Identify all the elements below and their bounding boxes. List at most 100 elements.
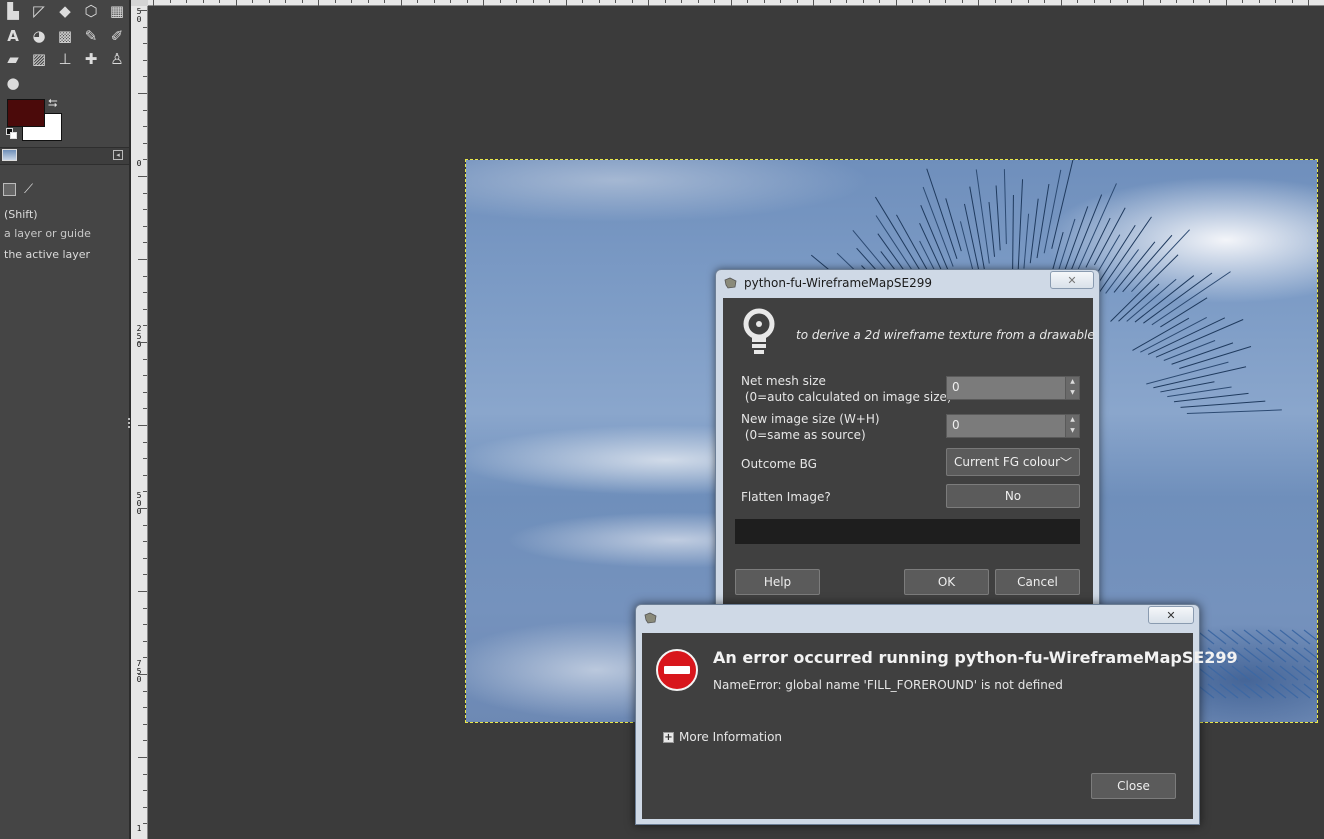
ruler-tick <box>1242 0 1243 3</box>
ruler-tick <box>483 0 484 6</box>
vertical-ruler[interactable]: 5 002 5 05 0 07 5 01 <box>131 0 148 839</box>
expand-plus-icon[interactable]: + <box>663 731 674 743</box>
plugin-close-button[interactable]: ✕ <box>1050 271 1094 289</box>
smudge-tool-icon[interactable]: ● <box>0 72 26 94</box>
close-button[interactable]: Close <box>1091 773 1176 799</box>
horizontal-ruler[interactable] <box>148 0 1324 6</box>
ruler-tick <box>830 0 831 3</box>
paintbrush-tool-icon[interactable]: ✐ <box>104 25 130 47</box>
ruler-corner <box>131 0 148 6</box>
plumage-quill <box>1132 317 1190 351</box>
ruler-tick <box>533 0 534 3</box>
plumage-quill <box>1155 319 1244 358</box>
ruler-tick <box>143 525 147 526</box>
plumage-quill <box>1180 400 1266 408</box>
plumage-quill <box>1036 183 1050 259</box>
flatten-toggle-button[interactable]: No <box>946 484 1080 508</box>
ruler-tick <box>143 159 147 160</box>
transform-tool-icon[interactable]: ▦ <box>104 0 130 22</box>
swap-colors-icon[interactable]: ⮀ <box>48 96 58 111</box>
ok-button[interactable]: OK <box>904 569 989 595</box>
default-colors-icon[interactable] <box>6 128 18 140</box>
ruler-tick <box>143 707 147 708</box>
ruler-tick <box>143 110 147 111</box>
help-button[interactable]: Help <box>735 569 820 595</box>
plugin-dialog-body: to derive a 2d wireframe texture from a … <box>723 298 1095 608</box>
pencil-tool-icon[interactable]: ✎ <box>78 25 104 47</box>
more-information-expander[interactable]: + More Information <box>663 730 782 744</box>
text-tool-icon[interactable]: A <box>0 25 26 47</box>
error-message: NameError: global name 'FILL_FOREROUND' … <box>713 678 1063 692</box>
lightbulb-icon <box>743 308 775 354</box>
ruler-tick <box>417 0 418 3</box>
tool-options-icons: ⟋ <box>3 183 38 197</box>
bucket-fill-tool-icon[interactable]: ◕ <box>26 25 52 47</box>
ruler-tick <box>143 624 147 625</box>
eraser-tool-icon[interactable]: ▰ <box>0 48 26 70</box>
decrement-icon[interactable]: ▼ <box>1066 426 1079 437</box>
net-mesh-spinner[interactable]: 0 ▲ ▼ <box>946 376 1080 400</box>
close-icon: ✕ <box>1166 608 1176 622</box>
ruler-tick <box>1044 0 1045 3</box>
align-tool-icon[interactable]: ▙ <box>0 0 26 22</box>
ruler-tick <box>269 0 270 3</box>
ruler-tick <box>143 43 147 44</box>
ruler-tick <box>731 0 732 6</box>
ruler-tick <box>1193 0 1194 3</box>
net-mesh-label: Net mesh size (0=auto calculated on imag… <box>741 374 952 404</box>
ruler-tick <box>1028 0 1029 3</box>
ruler-tick <box>1160 0 1161 3</box>
foreground-color-swatch[interactable] <box>7 99 45 127</box>
plumage-quill <box>1093 207 1126 266</box>
tool-row-4: ● <box>0 72 26 94</box>
net-mesh-input[interactable]: 0 <box>946 376 1066 400</box>
new-size-spinner[interactable]: 0 ▲ ▼ <box>946 414 1080 438</box>
clone-tool-icon[interactable]: ♙ <box>104 48 130 70</box>
tab-menu-icon[interactable]: ◂ <box>113 150 123 160</box>
net-mesh-stepper[interactable]: ▲ ▼ <box>1066 376 1080 400</box>
path-mode-icon[interactable]: ⟋ <box>24 183 38 197</box>
new-size-input[interactable]: 0 <box>946 414 1066 438</box>
ruler-tick <box>1209 0 1210 3</box>
plumage-quill <box>926 168 958 259</box>
increment-icon[interactable]: ▲ <box>1066 377 1079 388</box>
perspective-tool-icon[interactable]: ◆ <box>52 0 78 22</box>
ruler-tick <box>143 292 147 293</box>
ruler-tick <box>632 0 633 3</box>
cage-tool-icon[interactable]: ⬡ <box>78 0 104 22</box>
decrement-icon[interactable]: ▼ <box>1066 388 1079 399</box>
increment-icon[interactable]: ▲ <box>1066 415 1079 426</box>
ruler-tick <box>879 0 880 3</box>
heal-tool-icon[interactable]: ✚ <box>78 48 104 70</box>
error-close-x-button[interactable]: ✕ <box>1148 606 1194 624</box>
shift-hint: (Shift) <box>4 208 38 221</box>
ruler-tick <box>285 0 286 3</box>
ruler-tick <box>143 76 147 77</box>
error-title: An error occurred running python-fu-Wire… <box>713 648 1238 667</box>
hint-layer-guide: a layer or guide <box>4 227 91 240</box>
ruler-tick <box>516 0 517 3</box>
ruler-tick <box>143 823 147 824</box>
ink-tool-icon[interactable]: ⊥ <box>52 48 78 70</box>
blend-tool-icon[interactable]: ▩ <box>52 25 78 47</box>
ruler-tick <box>764 0 765 3</box>
ruler-tick <box>1308 0 1309 6</box>
crop-tool-icon[interactable]: ◸ <box>26 0 52 22</box>
airbrush-tool-icon[interactable]: ▨ <box>26 48 52 70</box>
ruler-tick <box>995 0 996 3</box>
new-size-stepper[interactable]: ▲ ▼ <box>1066 414 1080 438</box>
cancel-button[interactable]: Cancel <box>995 569 1080 595</box>
image-tab-icon[interactable] <box>2 149 17 161</box>
outcome-bg-select[interactable]: Current FG colour ﹀ <box>946 448 1080 476</box>
layer-mode-icon[interactable] <box>3 183 16 196</box>
ruler-label: 5 0 0 <box>136 491 142 516</box>
ruler-tick <box>138 591 147 592</box>
ruler-tick <box>351 0 352 3</box>
plumage-quill <box>1029 198 1039 264</box>
plumage-quill <box>1069 194 1103 274</box>
ruler-tick <box>599 0 600 3</box>
ruler-tick <box>203 0 204 3</box>
ruler-tick <box>138 10 147 11</box>
new-size-label: New image size (W+H) (0=same as source) <box>741 412 880 442</box>
ruler-tick <box>143 574 147 575</box>
